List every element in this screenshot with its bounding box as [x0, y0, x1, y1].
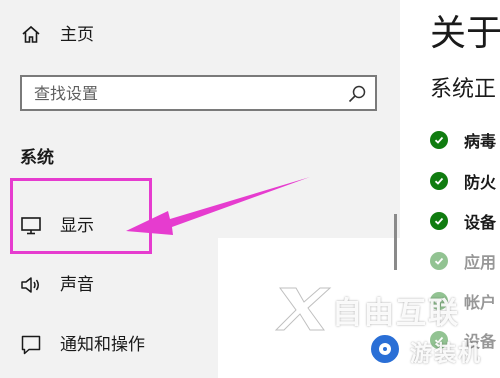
status-item: 防火	[430, 169, 496, 193]
status-label: 病毒	[464, 132, 497, 151]
status-label: 应用	[464, 253, 497, 272]
check-icon	[430, 172, 448, 190]
notification-icon	[20, 334, 42, 356]
content-panel-overlap	[218, 238, 400, 378]
search-icon[interactable]	[347, 84, 367, 104]
page-subtitle: 系统正	[430, 77, 497, 102]
section-title-system: 系统	[20, 148, 54, 168]
check-icon	[430, 212, 448, 230]
home-label: 主页	[60, 25, 94, 45]
status-item: 设备	[430, 328, 496, 352]
check-icon	[430, 252, 448, 270]
home-nav-item[interactable]: 主页	[0, 13, 400, 57]
status-item: 设备	[430, 209, 496, 233]
status-item: 应用	[430, 249, 496, 273]
status-label: 设备	[464, 332, 497, 351]
sidebar-scrollbar[interactable]	[394, 214, 397, 270]
status-item: 帐户	[430, 289, 496, 313]
settings-search-input[interactable]	[34, 83, 334, 103]
sidebar-item-label: 声音	[60, 275, 94, 295]
page-title: 关于	[430, 13, 500, 54]
speaker-icon	[20, 274, 42, 296]
check-icon	[430, 331, 448, 349]
check-icon	[430, 292, 448, 310]
settings-search-box[interactable]	[20, 75, 377, 111]
home-icon	[20, 24, 42, 46]
sidebar-item-label: 通知和操作	[60, 335, 145, 355]
status-label: 防火	[464, 173, 497, 192]
check-icon	[430, 131, 448, 149]
status-label: 设备	[464, 213, 497, 232]
highlight-box	[10, 178, 152, 254]
main-content: 关于 系统正 病毒 防火 设备 应用 帐户 设备	[400, 0, 500, 378]
status-label: 帐户	[464, 293, 497, 312]
status-item: 病毒	[430, 128, 496, 152]
